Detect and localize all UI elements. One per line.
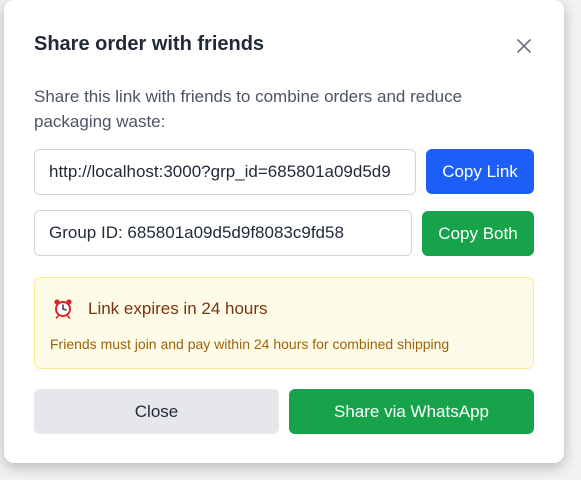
notice-subtitle: Friends must join and pay within 24 hour… (50, 336, 450, 352)
copy-link-button[interactable]: Copy Link (426, 149, 534, 194)
dialog-description: Share this link with friends to combine … (34, 87, 463, 131)
copy-both-button[interactable]: Copy Both (422, 211, 534, 256)
expiry-notice: Link expires in 24 hours Friends must jo… (34, 277, 534, 369)
close-icon[interactable] (514, 36, 534, 56)
group-id-field[interactable]: Group ID: 685801a09d5d9f8083c9fd58 (34, 210, 412, 256)
share-whatsapp-button[interactable]: Share via WhatsApp (289, 389, 534, 434)
close-button[interactable]: Close (34, 389, 279, 434)
share-link-field[interactable]: http://localhost:3000?grp_id=685801a09d5… (34, 149, 416, 195)
alarm-clock-icon (52, 297, 74, 319)
dialog-title: Share order with friends (34, 33, 265, 55)
share-dialog: Share order with friends Share this link… (4, 0, 564, 463)
notice-title: Link expires in 24 hours (88, 299, 268, 318)
